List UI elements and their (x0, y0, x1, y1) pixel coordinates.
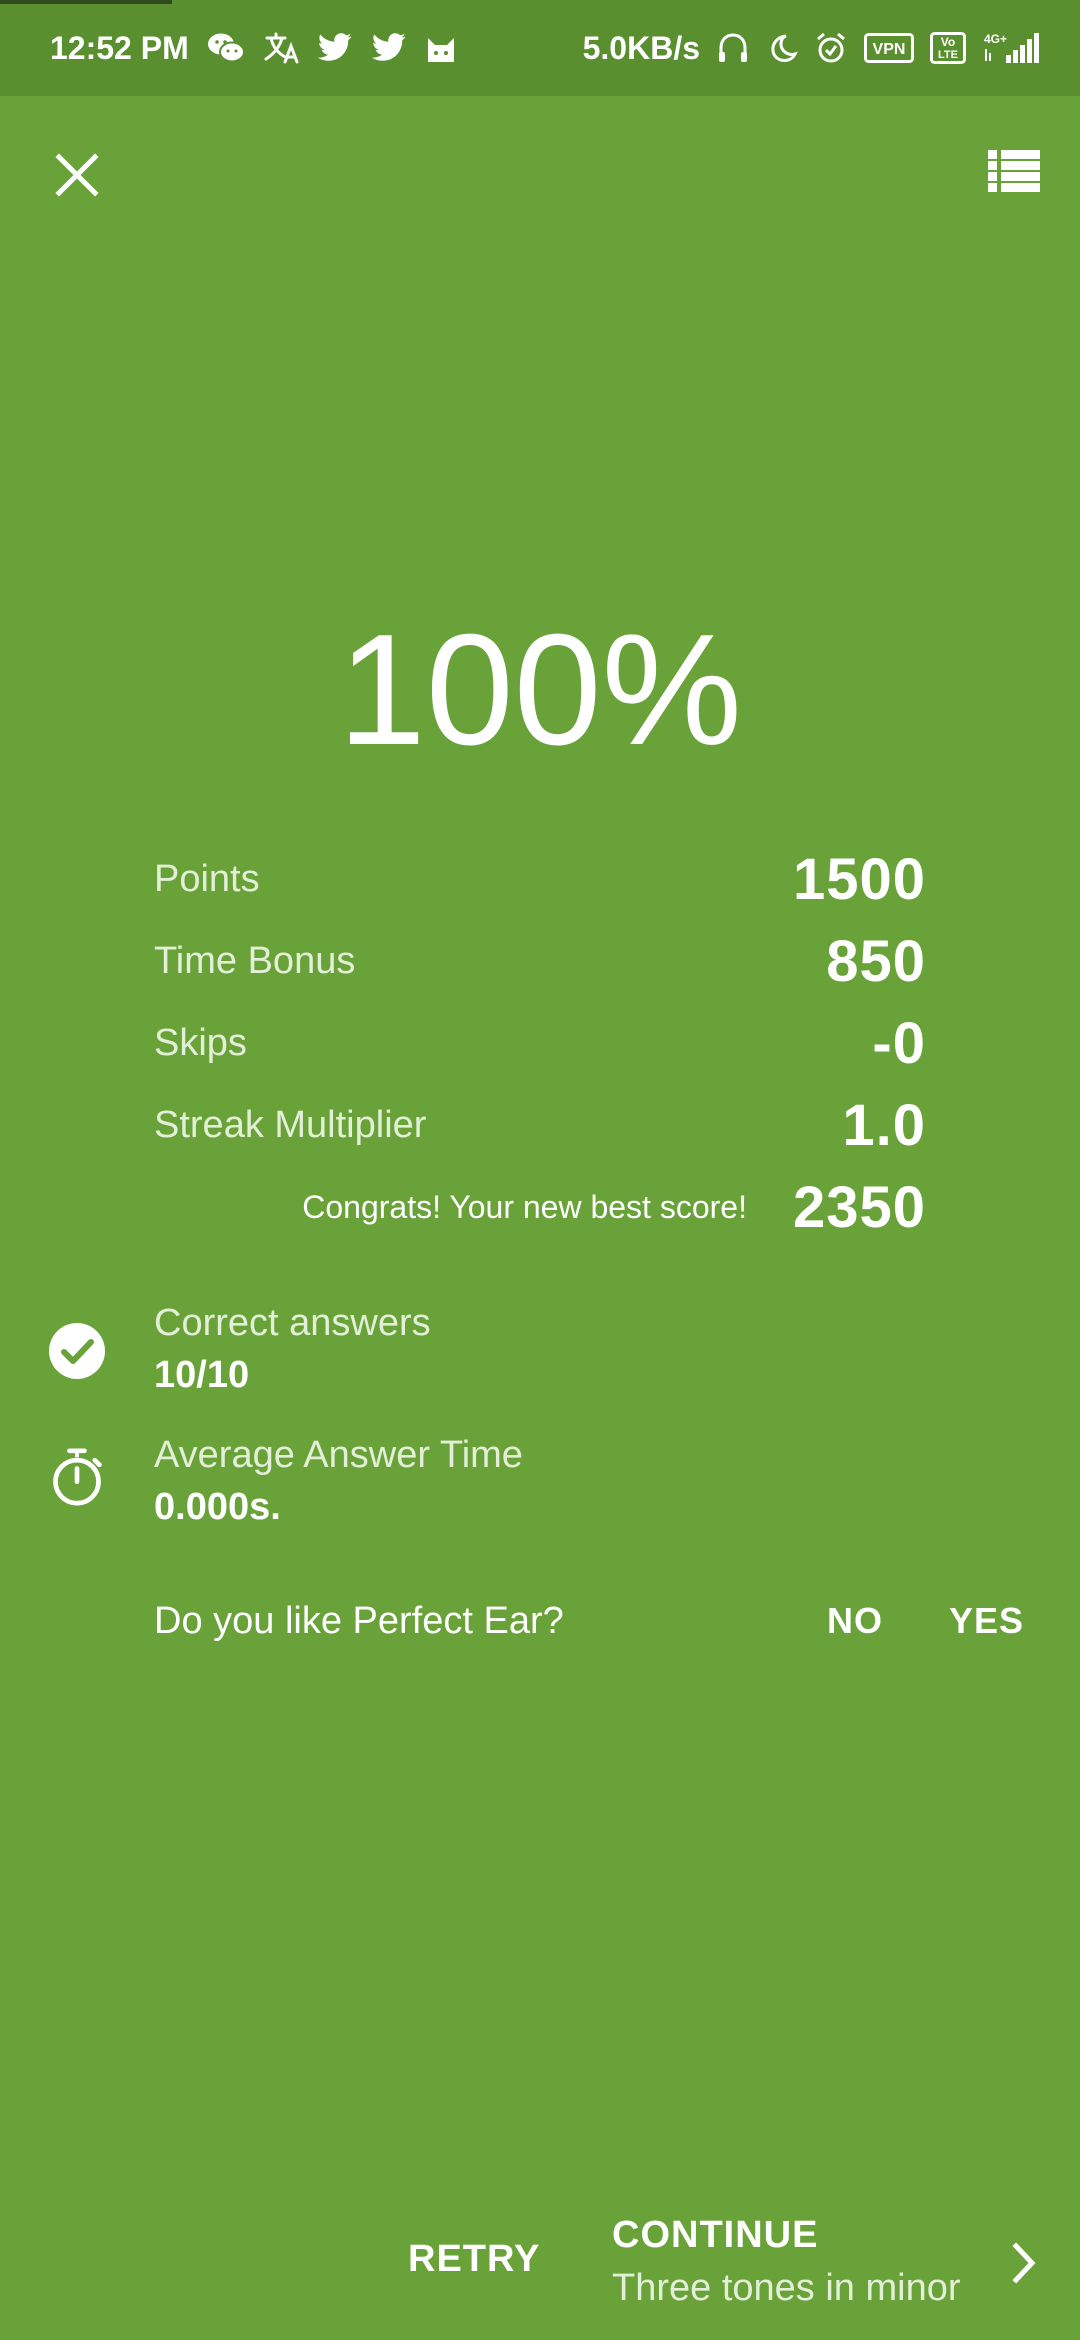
alarm-icon (814, 31, 848, 65)
score-total-row: Congrats! Your new best score! 2350 (154, 1166, 926, 1248)
score-row-points: Points 1500 (154, 838, 926, 920)
rating-question: Do you like Perfect Ear? (154, 1599, 564, 1642)
close-icon (55, 153, 99, 197)
average-time-value: 0.000s. (154, 1486, 281, 1528)
status-time: 12:52 PM (50, 29, 189, 66)
rating-yes-button[interactable]: YES (949, 1600, 1024, 1642)
best-score-message: Congrats! Your new best score! (302, 1188, 747, 1225)
chevron-right-icon[interactable] (1010, 2240, 1040, 2286)
score-label: Streak Multiplier (154, 1103, 427, 1146)
translate-icon (263, 32, 299, 64)
twitter-icon (317, 33, 353, 63)
score-row-streak: Streak Multiplier 1.0 (154, 1084, 926, 1166)
close-button[interactable] (50, 148, 104, 202)
headphones-icon (716, 31, 750, 65)
score-value: 850 (826, 928, 926, 994)
status-progress-line (0, 0, 172, 4)
history-list-button[interactable] (988, 150, 1040, 200)
twitter-icon (371, 33, 407, 63)
score-value: 1500 (792, 846, 926, 912)
correct-answers-label: Correct answers (154, 1302, 431, 1344)
score-row-skips: Skips -0 (154, 1002, 926, 1084)
average-time-stat: Average Answer Time 0.000s. (0, 1434, 1080, 1544)
score-row-time-bonus: Time Bonus 850 (154, 920, 926, 1002)
score-breakdown: Points 1500 Time Bonus 850 Skips -0 Stre… (154, 838, 926, 1248)
average-time-label: Average Answer Time (154, 1434, 523, 1476)
score-label: Time Bonus (154, 939, 356, 982)
retry-button[interactable]: RETRY (408, 2238, 540, 2281)
wechat-icon (207, 32, 245, 64)
total-score: 2350 (792, 1174, 926, 1240)
rating-prompt: Do you like Perfect Ear? NO YES (154, 1594, 1024, 1648)
cat-app-icon (425, 32, 457, 64)
check-circle-icon (49, 1323, 105, 1379)
status-left: 12:52 PM (50, 30, 457, 67)
list-icon (988, 150, 1040, 192)
next-exercise-name: Three tones in minor (612, 2267, 961, 2309)
vpn-icon: VPN (864, 33, 914, 63)
rating-no-button[interactable]: NO (827, 1600, 883, 1642)
score-value: 1.0 (842, 1092, 926, 1158)
volte-top-label: Vo (941, 35, 955, 49)
status-right: 5.0KB/s VPN Vo LTE 4G+ (583, 30, 1040, 67)
network-type: 4G+ (984, 32, 1007, 46)
stopwatch-icon (53, 1448, 102, 1506)
moon-icon (766, 32, 798, 64)
score-label: Skips (154, 1021, 247, 1064)
vpn-label: VPN (873, 41, 906, 58)
continue-button[interactable]: CONTINUE Three tones in minor (612, 2214, 961, 2310)
score-value: -0 (872, 1010, 926, 1076)
continue-label: CONTINUE (612, 2214, 819, 2256)
volte-bottom-label: LTE (938, 49, 958, 61)
rating-buttons: NO YES (827, 1600, 1024, 1642)
network-speed: 5.0KB/s (582, 29, 700, 66)
result-percent: 100% (337, 602, 743, 778)
score-label: Points (154, 857, 260, 900)
correct-answers-stat: Correct answers 10/10 (0, 1302, 1080, 1412)
signal-icon: 4G+ (982, 31, 1040, 65)
volte-icon: Vo LTE (930, 32, 966, 64)
correct-answers-value: 10/10 (154, 1354, 250, 1396)
status-bar: 12:52 PM 5.0KB/s VPN Vo LTE 4G+ (0, 0, 1080, 96)
